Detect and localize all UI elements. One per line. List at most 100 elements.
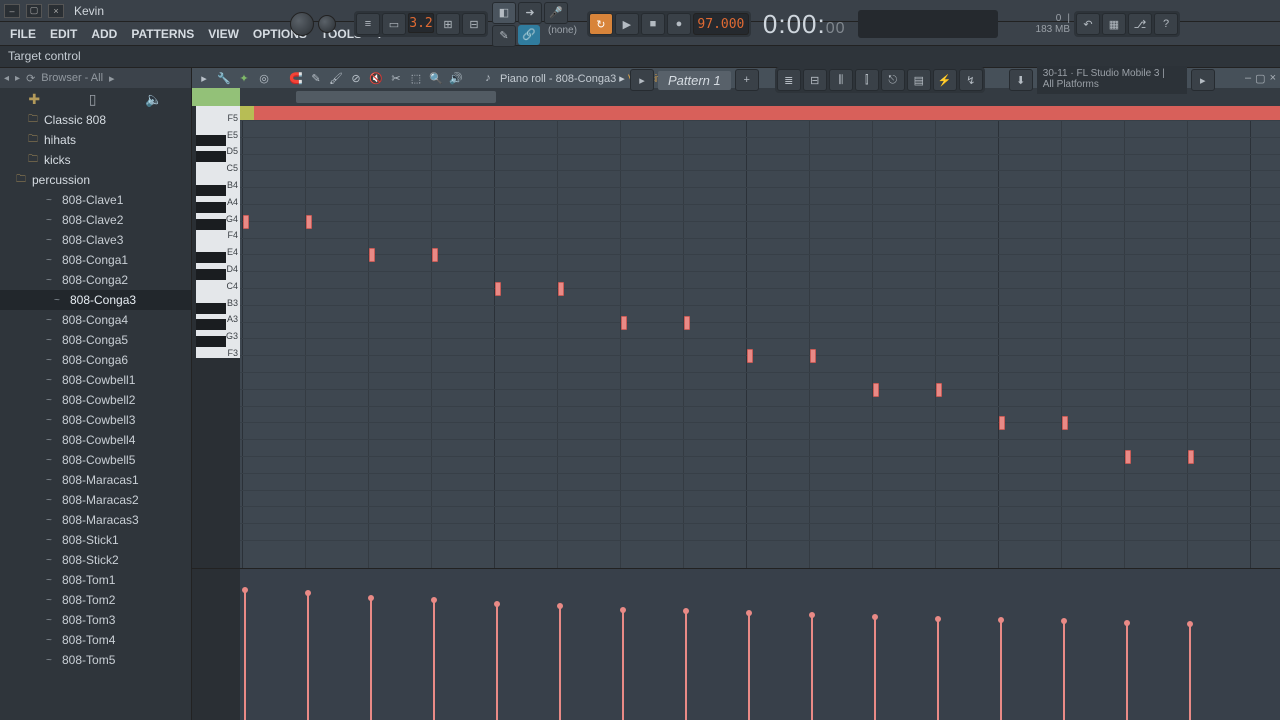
browser-label[interactable]: Browser - All [41,72,103,84]
note[interactable] [936,383,942,397]
pattern-selector[interactable]: Pattern 1 [658,71,731,90]
note[interactable] [369,248,375,262]
note[interactable] [558,282,564,296]
browser-file[interactable]: ~808-Tom2 [0,590,191,610]
piano-keys[interactable]: F5E5D5C5B4A4G4F4E4D4C4B3A3G3F3 [192,106,240,568]
velocity-bar[interactable] [496,604,498,720]
pr-mute-button[interactable]: 🔇 [368,70,384,86]
note[interactable] [1125,450,1131,464]
stop-button[interactable]: ■ [641,13,665,35]
browser-file[interactable]: ~808-Stick1 [0,530,191,550]
browser-file[interactable]: ~808-Maracas3 [0,510,191,530]
main-volume-knob[interactable] [290,12,314,36]
velocity-bar[interactable] [307,593,309,720]
wrap-button[interactable]: ◧ [492,2,516,24]
download-button[interactable]: ⬇ [1009,69,1033,91]
browser-audio-icon[interactable]: 🔈 [145,91,162,108]
loop-button[interactable]: ↻ [589,13,613,35]
browser-folder[interactable]: 🗀kicks [0,150,191,170]
browser-file[interactable]: ~808-Maracas2 [0,490,191,510]
note[interactable] [810,349,816,363]
note[interactable] [1062,416,1068,430]
velocity-bar[interactable] [1063,621,1065,720]
browser-file[interactable]: ~808-Clave3 [0,230,191,250]
pr-select-button[interactable]: ⬚ [408,70,424,86]
news-panel[interactable]: 30-11 · FL Studio Mobile 3 | All Platfor… [1037,66,1187,94]
velocity-bar[interactable] [874,617,876,720]
pattern-prev-button[interactable]: ▸ [630,69,654,91]
pr-snap-button[interactable]: 🧲 [288,70,304,86]
link-button[interactable]: 🔗 [518,25,540,45]
main-pitch-knob[interactable] [318,15,336,33]
browser-file[interactable]: ~808-Cowbell5 [0,450,191,470]
time-display[interactable]: 0:00:00 [755,9,854,40]
pr-paint-button[interactable]: 🖌 [328,70,344,86]
pattern-mode-button[interactable]: ≡ [356,13,380,35]
browser-folder[interactable]: 🗀percussion [0,170,191,190]
browser-folder[interactable]: 🗀Classic 808 [0,110,191,130]
browser-file[interactable]: ~808-Tom4 [0,630,191,650]
news-next-button[interactable]: ▸ [1191,69,1215,91]
browser-file[interactable]: ~808-Cowbell4 [0,430,191,450]
velocity-bar[interactable] [559,606,561,720]
step-button[interactable]: ➜ [518,2,542,24]
draw-button[interactable]: ✎ [492,25,516,47]
note[interactable] [306,215,312,229]
velocity-bar[interactable] [370,598,372,720]
browser-file[interactable]: ~808-Cowbell3 [0,410,191,430]
velocity-bar[interactable] [244,590,246,720]
browser-fwd-button[interactable]: ▸ [15,73,20,84]
pr-draw-button[interactable]: ✎ [308,70,324,86]
velocity-bar[interactable] [1189,624,1191,720]
browser-file[interactable]: ~808-Cowbell1 [0,370,191,390]
browser-file[interactable]: ~808-Conga6 [0,350,191,370]
mic-button[interactable]: 🎤 [544,2,568,24]
browser-file[interactable]: ~808-Tom5 [0,650,191,670]
play-marker[interactable] [240,106,254,120]
close-button[interactable]: × [48,4,64,18]
note[interactable] [621,316,627,330]
browser-file[interactable]: ~808-Conga2 [0,270,191,290]
close-windows-button[interactable]: ↯ [959,69,983,91]
note[interactable] [1188,450,1194,464]
velocity-bar[interactable] [1000,620,1002,720]
browser-file[interactable]: ~808-Clave2 [0,210,191,230]
browser-folder[interactable]: 🗀hihats [0,130,191,150]
menu-view[interactable]: VIEW [202,24,245,44]
browser-file[interactable]: ~808-Conga1 [0,250,191,270]
browser-file[interactable]: ~808-Conga4 [0,310,191,330]
plugin-button[interactable]: ⚡ [933,69,957,91]
velocity-bar[interactable] [433,600,435,720]
browser-file[interactable]: ~808-Stick2 [0,550,191,570]
view-playlist-button[interactable]: ≣ [777,69,801,91]
browser-back-button[interactable]: ◂ [4,73,9,84]
tempo-display[interactable]: 97.000 [693,13,749,35]
pr-minimize-button[interactable]: – [1245,72,1251,85]
browser-add-icon[interactable]: ✚ [28,91,40,108]
pr-delete-button[interactable]: ⊘ [348,70,364,86]
browser-file[interactable]: ~808-Tom1 [0,570,191,590]
pr-preview-button[interactable]: ♪ [480,70,496,86]
pane-button[interactable]: ▦ [1102,13,1126,35]
velocity-editor[interactable] [240,569,1280,720]
velocity-bar[interactable] [622,610,624,720]
velocity-bar[interactable] [748,613,750,720]
note-grid[interactable] [240,106,1280,568]
view-pianoroll-button[interactable]: ⫼ [829,69,853,91]
note[interactable] [684,316,690,330]
browser-file[interactable]: ~808-Clave1 [0,190,191,210]
pattern-add-button[interactable]: + [735,69,759,91]
maximize-button[interactable]: ▢ [26,4,42,18]
about-button[interactable]: ? [1154,13,1178,35]
timeline-thumb[interactable] [296,91,496,103]
velocity-bar[interactable] [685,611,687,720]
view-stepseq-button[interactable]: ⊟ [803,69,827,91]
snap-label[interactable]: (none) [542,25,583,47]
pr-target-button[interactable]: ◎ [256,70,272,86]
menu-add[interactable]: ADD [85,24,123,44]
pr-tools-button[interactable]: 🔧 [216,70,232,86]
view-mixer-button[interactable]: ⎋ [881,69,905,91]
pr-zoom-button[interactable]: 🔍 [428,70,444,86]
note[interactable] [243,215,249,229]
pr-maximize-button[interactable]: ▢ [1255,72,1265,85]
